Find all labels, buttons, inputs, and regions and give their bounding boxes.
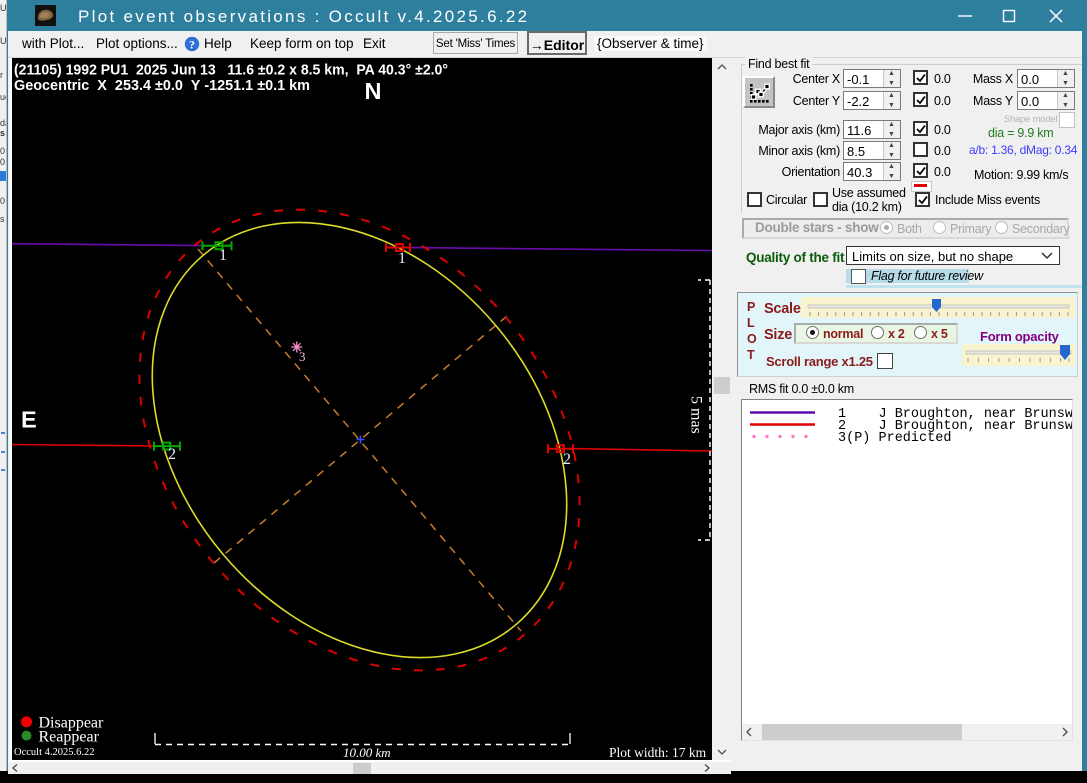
svg-text:?: ? (189, 38, 195, 52)
svg-text:Reappear: Reappear (39, 728, 100, 745)
svg-text:Plot width: 17 km: Plot width: 17 km (609, 745, 707, 760)
svg-text:3: 3 (299, 349, 306, 364)
svg-text:10.00 km: 10.00 km (343, 745, 391, 760)
svg-text:N: N (365, 78, 382, 104)
svg-text:E: E (21, 407, 37, 433)
svg-text:1: 1 (398, 250, 406, 267)
svg-text:2: 2 (563, 451, 571, 468)
svg-text:Geocentric X 253.4 ±0.0 Y -: Geocentric X 253.4 ±0.0 Y -1251.1 ±0.1 k… (14, 78, 310, 94)
svg-text:5 mas: 5 mas (688, 396, 705, 434)
svg-text:(21105) 1992 PU1 2025 Jun 13: (21105) 1992 PU1 2025 Jun 13 11.6 ±0.2 x… (14, 63, 448, 79)
svg-text:2: 2 (168, 446, 176, 463)
svg-text:Occult 4.2025.6.22: Occult 4.2025.6.22 (14, 747, 95, 758)
svg-text:1: 1 (219, 247, 227, 264)
svg-text:3(P) Predicted: 3(P) Predicted (838, 431, 951, 446)
